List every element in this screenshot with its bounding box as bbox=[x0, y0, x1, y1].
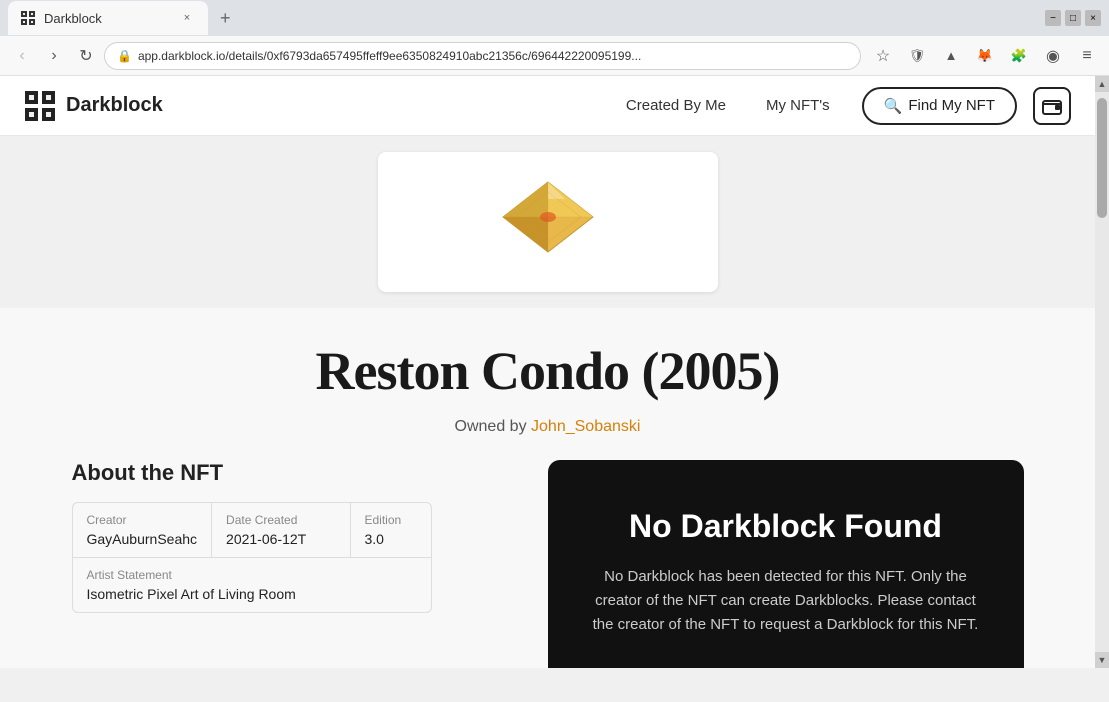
find-nft-label: Find My NFT bbox=[908, 97, 995, 114]
menu-icon[interactable]: ≡ bbox=[1073, 42, 1101, 70]
brave-alert-icon[interactable]: ▲ bbox=[937, 42, 965, 70]
tab-favicon bbox=[20, 10, 36, 26]
nft-title-area: Reston Condo (2005) bbox=[0, 308, 1095, 418]
nft-owner: Owned by John_Sobanski bbox=[0, 418, 1095, 460]
browser-chrome: Darkblock × + − □ × ‹ › ↻ 🔒 app.darkbloc… bbox=[0, 0, 1109, 76]
active-tab[interactable]: Darkblock × bbox=[8, 1, 208, 35]
table-row-1: Creator GayAuburnSeahc Date Created 2021… bbox=[73, 503, 431, 558]
owned-by-label: Owned by bbox=[455, 418, 527, 435]
artist-statement-value: Isometric Pixel Art of Living Room bbox=[87, 586, 417, 602]
scroll-up-button[interactable]: ▲ bbox=[1095, 76, 1109, 92]
darkblock-title: No Darkblock Found bbox=[588, 508, 984, 545]
edition-value: 3.0 bbox=[365, 531, 417, 547]
extensions-icon[interactable]: 🧩 bbox=[1005, 42, 1033, 70]
creator-label: Creator bbox=[87, 513, 198, 527]
profile-icon[interactable]: ◉ bbox=[1039, 42, 1067, 70]
about-title: About the NFT bbox=[72, 460, 516, 486]
nft-image-card bbox=[378, 152, 718, 292]
nft-title: Reston Condo (2005) bbox=[24, 340, 1071, 402]
date-value: 2021-06-12T bbox=[226, 531, 335, 547]
about-section: About the NFT Creator GayAuburnSeahc Dat… bbox=[72, 460, 548, 668]
nft-info-table: Creator GayAuburnSeahc Date Created 2021… bbox=[72, 502, 432, 613]
edition-cell: Edition 3.0 bbox=[351, 503, 431, 557]
header-nav: Created By Me My NFT's 🔍 Find My NFT bbox=[610, 87, 1071, 125]
refresh-button[interactable]: ↻ bbox=[72, 42, 100, 70]
title-bar: Darkblock × + − □ × bbox=[0, 0, 1109, 36]
artist-statement-cell: Artist Statement Isometric Pixel Art of … bbox=[73, 558, 431, 612]
minimize-button[interactable]: − bbox=[1045, 10, 1061, 26]
nft-image-area bbox=[0, 136, 1095, 308]
tab-close-button[interactable]: × bbox=[178, 9, 196, 27]
main-content: Reston Condo (2005) Owned by John_Sobans… bbox=[0, 136, 1095, 668]
address-text: app.darkblock.io/details/0xf6793da657495… bbox=[138, 49, 848, 63]
logo-icon bbox=[24, 90, 56, 122]
wallet-button[interactable] bbox=[1033, 87, 1071, 125]
date-label: Date Created bbox=[226, 513, 335, 527]
creator-cell: Creator GayAuburnSeahc bbox=[73, 503, 213, 557]
page-content: Darkblock Created By Me My NFT's 🔍 Find … bbox=[0, 76, 1095, 668]
window-controls: − □ × bbox=[1045, 10, 1101, 26]
date-cell: Date Created 2021-06-12T bbox=[212, 503, 350, 557]
search-icon: 🔍 bbox=[884, 97, 903, 115]
forward-button[interactable]: › bbox=[40, 42, 68, 70]
table-row-2: Artist Statement Isometric Pixel Art of … bbox=[73, 558, 431, 612]
page-wrapper: Darkblock Created By Me My NFT's 🔍 Find … bbox=[0, 76, 1109, 668]
new-tab-button[interactable]: + bbox=[208, 1, 243, 35]
scrollbar-thumb[interactable] bbox=[1097, 98, 1107, 218]
close-button[interactable]: × bbox=[1085, 10, 1101, 26]
artist-statement-label: Artist Statement bbox=[87, 568, 417, 582]
my-nfts-link[interactable]: My NFT's bbox=[750, 89, 846, 122]
nav-bar: ‹ › ↻ 🔒 app.darkblock.io/details/0xf6793… bbox=[0, 36, 1109, 76]
browser-nav-right: ☆ 🛡 ▲ 🦊 🧩 ◉ ≡ bbox=[869, 42, 1101, 70]
scrollbar[interactable]: ▲ ▼ bbox=[1095, 76, 1109, 668]
tab-bar: Darkblock × + bbox=[8, 1, 243, 35]
darkblock-message: No Darkblock has been detected for this … bbox=[588, 565, 984, 637]
tab-title: Darkblock bbox=[44, 11, 102, 26]
darkblock-box: No Darkblock Found No Darkblock has been… bbox=[548, 460, 1024, 668]
maximize-button[interactable]: □ bbox=[1065, 10, 1081, 26]
scroll-down-button[interactable]: ▼ bbox=[1095, 652, 1109, 668]
back-button[interactable]: ‹ bbox=[8, 42, 36, 70]
creator-value: GayAuburnSeahc bbox=[87, 531, 198, 547]
lock-icon: 🔒 bbox=[117, 49, 132, 63]
fox-extension-icon[interactable]: 🦊 bbox=[971, 42, 999, 70]
nft-artwork bbox=[493, 177, 603, 267]
logo-area: Darkblock bbox=[24, 90, 163, 122]
brave-shield-icon[interactable]: 🛡 bbox=[903, 42, 931, 70]
bookmark-icon[interactable]: ☆ bbox=[869, 42, 897, 70]
address-bar[interactable]: 🔒 app.darkblock.io/details/0xf6793da6574… bbox=[104, 42, 861, 70]
logo-text: Darkblock bbox=[66, 94, 163, 117]
edition-label: Edition bbox=[365, 513, 417, 527]
site-header: Darkblock Created By Me My NFT's 🔍 Find … bbox=[0, 76, 1095, 136]
owner-link[interactable]: John_Sobanski bbox=[531, 418, 640, 435]
two-col-layout: About the NFT Creator GayAuburnSeahc Dat… bbox=[48, 460, 1048, 668]
find-nft-button[interactable]: 🔍 Find My NFT bbox=[862, 87, 1017, 125]
created-by-me-link[interactable]: Created By Me bbox=[610, 89, 742, 122]
